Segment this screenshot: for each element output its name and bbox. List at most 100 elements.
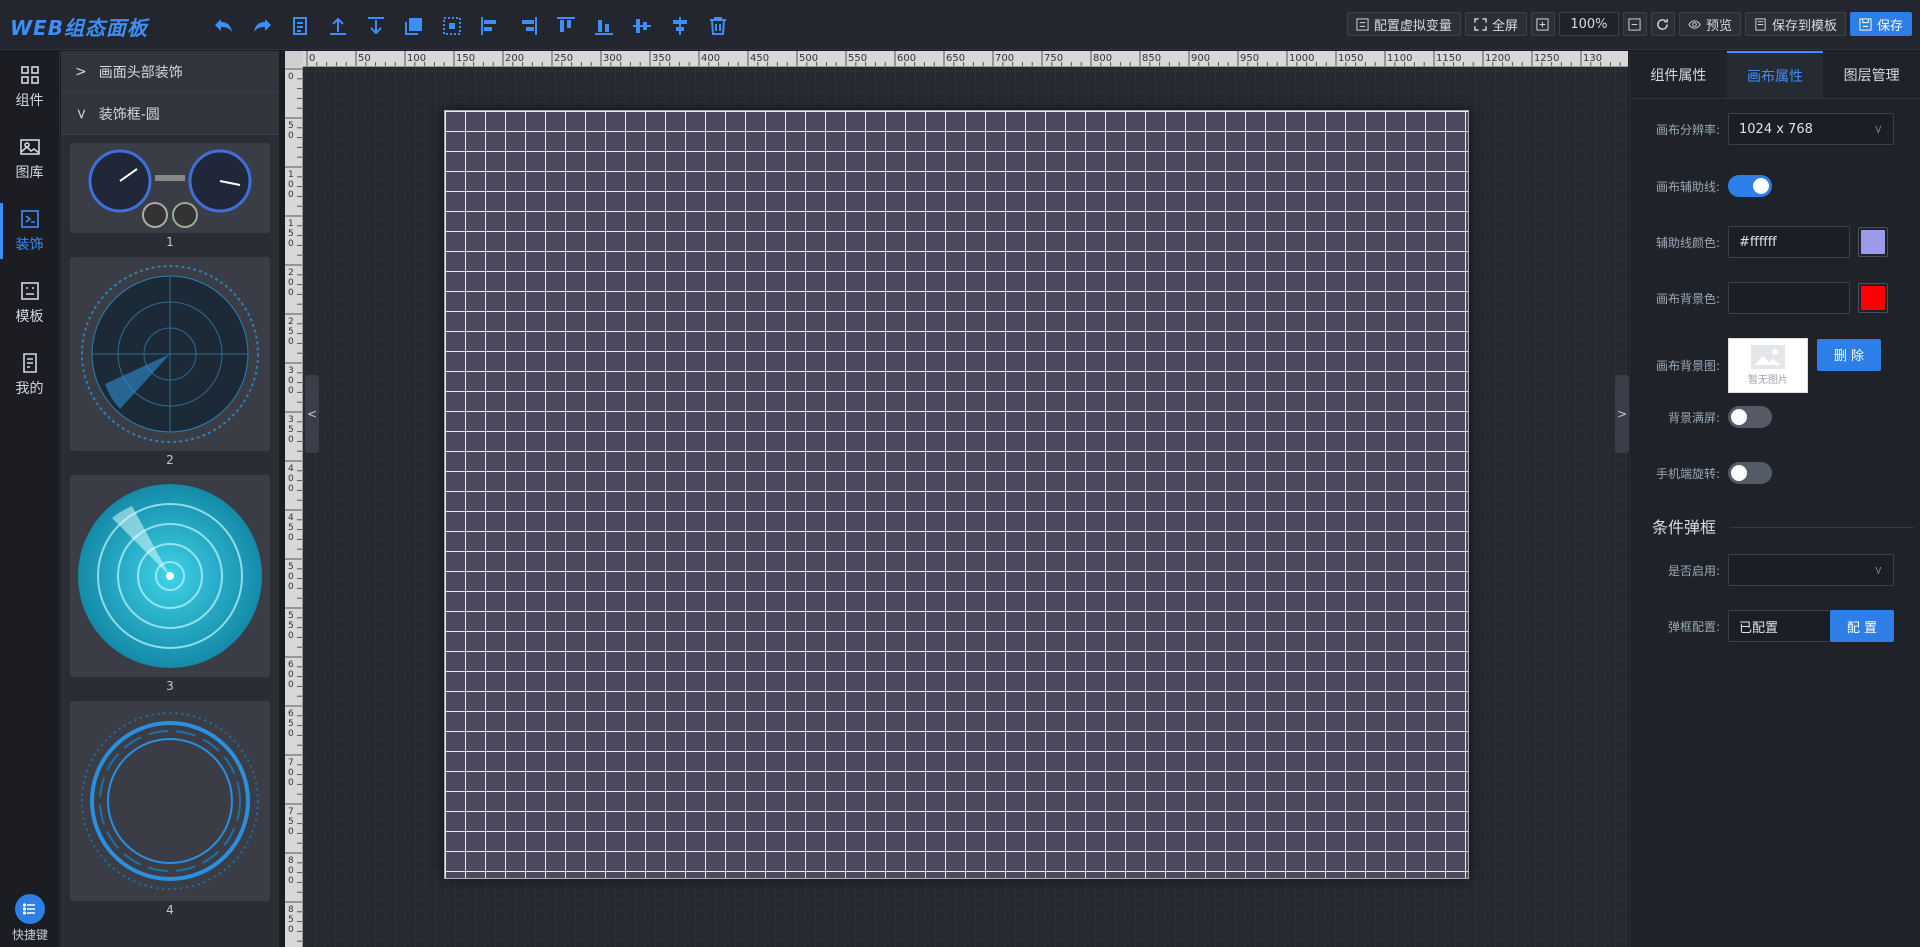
save-label: 保存 bbox=[1876, 18, 1903, 34]
zoom-level[interactable]: 100% bbox=[1558, 12, 1619, 36]
ruler-horizontal[interactable]: 0 50 100 150 200 250 300 350 400 450 500 550 600 650 7… bbox=[303, 51, 1628, 67]
ruler-label: 0 bbox=[288, 729, 294, 739]
config-vars-button[interactable]: 配置虚拟变量 bbox=[1346, 12, 1461, 36]
group-icon[interactable] bbox=[395, 13, 433, 39]
list-icon bbox=[15, 894, 45, 924]
ruler-label: 2 bbox=[288, 268, 294, 278]
bg-image-placeholder[interactable]: 暂无图片 bbox=[1728, 338, 1808, 393]
mobile-rotate-toggle[interactable] bbox=[1728, 462, 1772, 484]
sidebar-item-label: 组件 bbox=[15, 93, 44, 109]
decoration-thumb-sonar[interactable] bbox=[70, 475, 270, 677]
ruler-label: 950 bbox=[1240, 53, 1259, 64]
undo-icon[interactable] bbox=[205, 13, 243, 39]
reset-zoom-button[interactable] bbox=[1650, 12, 1675, 36]
ruler-label: 0 bbox=[288, 876, 294, 886]
bg-color-input[interactable] bbox=[1728, 282, 1850, 314]
ruler-label: 900 bbox=[1191, 53, 1210, 64]
ruler-label: 0 bbox=[288, 533, 294, 543]
thumb-caption: 2 bbox=[166, 453, 174, 467]
ruler-label: 2 bbox=[288, 317, 294, 327]
ruler-label: 4 bbox=[288, 464, 294, 474]
popup-config-value: 已配置 bbox=[1728, 610, 1830, 642]
collapse-right-panel-button[interactable]: > bbox=[1615, 375, 1629, 453]
zoom-out-button[interactable] bbox=[1622, 12, 1647, 36]
ruler-label: 5 bbox=[288, 719, 294, 729]
group-header-head-decoration[interactable]: > 画面头部装饰 bbox=[61, 51, 279, 93]
fullscreen-button[interactable]: 全屏 bbox=[1464, 12, 1527, 36]
ruler-label: 4 bbox=[288, 513, 294, 523]
ruler-label: 5 bbox=[288, 611, 294, 621]
design-canvas[interactable] bbox=[444, 110, 1469, 879]
sidebar-item-gallery[interactable]: 图库 bbox=[0, 123, 59, 195]
group-header-circle-frame[interactable]: > 装饰框-圆 bbox=[61, 93, 279, 135]
redo-icon[interactable] bbox=[243, 13, 281, 39]
thumb-caption: 4 bbox=[166, 903, 174, 917]
sidebar-item-decoration[interactable]: 装饰 bbox=[0, 195, 59, 267]
ruler-label: 0 bbox=[288, 866, 294, 876]
no-image-text: 暂无图片 bbox=[1748, 375, 1788, 386]
resolution-select[interactable]: 1024 x 768 > bbox=[1728, 113, 1894, 145]
bg-image-label: 画布背景图: bbox=[1655, 359, 1720, 373]
delete-bg-button[interactable]: 删 除 bbox=[1817, 338, 1881, 371]
guide-toggle[interactable] bbox=[1728, 175, 1772, 197]
section-divider bbox=[1730, 527, 1914, 528]
ruler-label: 0 bbox=[288, 72, 294, 82]
ruler-label: 5 bbox=[288, 229, 294, 239]
collapse-left-panel-button[interactable]: < bbox=[305, 375, 319, 453]
ruler-label: 5 bbox=[288, 621, 294, 631]
eye-icon bbox=[1688, 19, 1701, 29]
ruler-label: 550 bbox=[848, 53, 867, 64]
save-button[interactable]: 保存 bbox=[1849, 12, 1912, 36]
sidebar-item-mine[interactable]: 我的 bbox=[0, 339, 59, 411]
sidebar-item-components[interactable]: 组件 bbox=[0, 51, 59, 123]
preview-button[interactable]: 预览 bbox=[1678, 12, 1741, 36]
ruler-label: 8 bbox=[288, 856, 294, 866]
guide-color-input[interactable]: #ffffff bbox=[1728, 226, 1850, 258]
ruler-label: 0 bbox=[288, 582, 294, 592]
bg-full-toggle[interactable] bbox=[1728, 406, 1772, 428]
align-top-icon[interactable] bbox=[547, 13, 585, 39]
resolution-value: 1024 x 768 bbox=[1739, 121, 1813, 137]
align-right-icon[interactable] bbox=[509, 13, 547, 39]
guide-color-swatch[interactable] bbox=[1858, 227, 1888, 257]
ruler-label: 1 bbox=[288, 170, 294, 180]
ruler-label: 0 bbox=[288, 288, 294, 298]
ruler-label: 1050 bbox=[1338, 53, 1363, 64]
align-center-v-icon[interactable] bbox=[661, 13, 699, 39]
thumb-caption: 3 bbox=[166, 679, 174, 693]
fullscreen-label: 全屏 bbox=[1491, 18, 1518, 34]
refresh-icon bbox=[1657, 18, 1669, 30]
left-nav: 组件 图库 装饰 模板 我的 快捷键 bbox=[0, 51, 60, 947]
align-left-icon[interactable] bbox=[471, 13, 509, 39]
copy-icon[interactable] bbox=[281, 13, 319, 39]
move-top-icon[interactable] bbox=[319, 13, 357, 39]
chevron-right-icon: > bbox=[75, 63, 87, 80]
ruler-label: 0 bbox=[288, 631, 294, 641]
align-center-h-icon[interactable] bbox=[623, 13, 661, 39]
decoration-thumb-radar[interactable] bbox=[70, 257, 270, 451]
bg-color-swatch[interactable] bbox=[1858, 283, 1888, 313]
tab-component-props[interactable]: 组件属性 bbox=[1630, 51, 1727, 98]
ruler-label: 1100 bbox=[1387, 53, 1412, 64]
enabled-select[interactable]: > bbox=[1728, 554, 1894, 586]
ruler-label: 0 bbox=[288, 484, 294, 494]
decoration-thumb-ring[interactable] bbox=[70, 701, 270, 901]
ruler-label: 0 bbox=[288, 435, 294, 445]
thumb-caption: 1 bbox=[166, 235, 174, 249]
ungroup-icon[interactable] bbox=[433, 13, 471, 39]
zoom-in-button[interactable] bbox=[1530, 12, 1555, 36]
shortcut-button[interactable]: 快捷键 bbox=[0, 894, 60, 943]
ruler-vertical[interactable]: 0501001502002503003504004505005506006507… bbox=[285, 67, 303, 947]
ruler-label: 0 bbox=[288, 827, 294, 837]
popup-config-button[interactable]: 配 置 bbox=[1830, 610, 1894, 642]
move-bottom-icon[interactable] bbox=[357, 13, 395, 39]
sidebar-item-template[interactable]: 模板 bbox=[0, 267, 59, 339]
tab-canvas-props[interactable]: 画布属性 bbox=[1726, 51, 1824, 98]
ruler-label: 5 bbox=[288, 817, 294, 827]
delete-icon[interactable] bbox=[699, 13, 737, 39]
save-template-button[interactable]: 保存到模板 bbox=[1744, 12, 1846, 36]
decoration-thumb-dashboard[interactable] bbox=[70, 143, 270, 233]
ruler-label: 7 bbox=[288, 807, 294, 817]
tab-layer-manage[interactable]: 图层管理 bbox=[1823, 51, 1920, 98]
align-bottom-icon[interactable] bbox=[585, 13, 623, 39]
